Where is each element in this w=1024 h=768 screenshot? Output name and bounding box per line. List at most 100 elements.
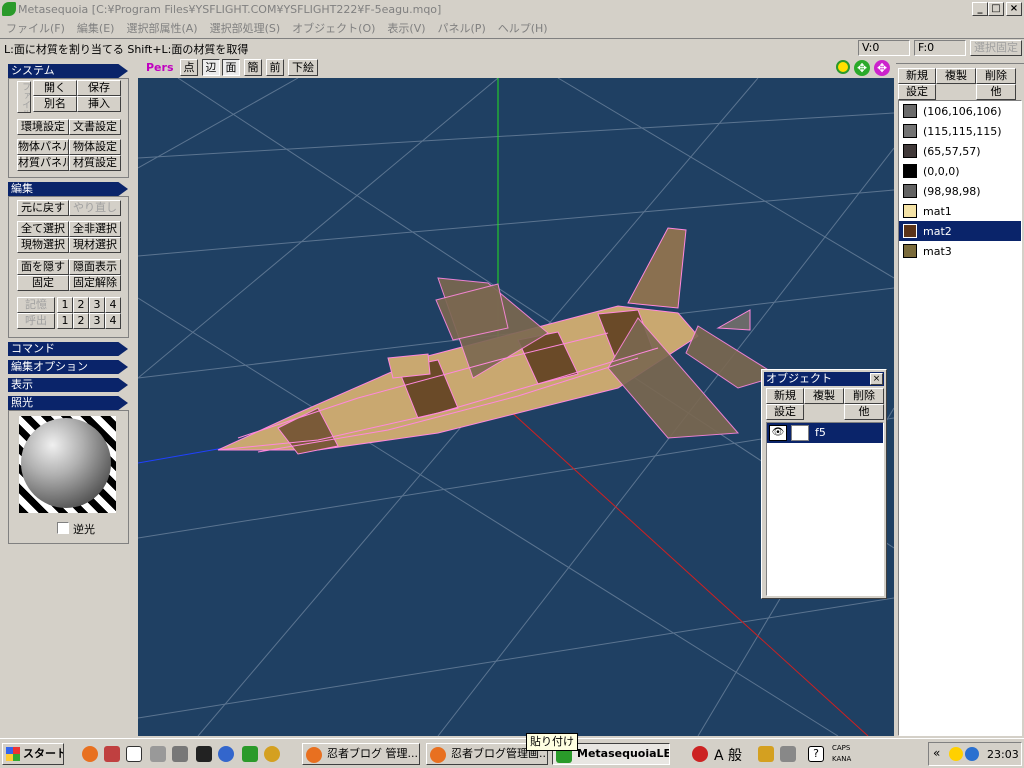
ime-icon[interactable] <box>692 746 708 762</box>
vertex-toggle[interactable]: 点 <box>180 59 198 76</box>
hide-face-button[interactable]: 面を隠す <box>17 259 69 275</box>
perspective-label[interactable]: Pers <box>146 61 174 74</box>
memory-button[interactable]: 記憶 <box>17 297 55 313</box>
current-object-select-button[interactable]: 現物選択 <box>17 237 69 253</box>
menu-selection-proc[interactable]: 選択部処理(S) <box>210 20 281 36</box>
recall-slot-2[interactable]: 2 <box>73 313 89 329</box>
fix-button[interactable]: 固定 <box>17 275 69 291</box>
meter-icon[interactable] <box>196 746 212 762</box>
ime-tool-icon[interactable] <box>758 746 774 762</box>
material-item-selected[interactable]: mat2 <box>899 221 1021 241</box>
simple-toggle[interactable]: 簡 <box>244 59 262 76</box>
deselect-all-button[interactable]: 全非選択 <box>69 221 121 237</box>
light-preview[interactable] <box>19 416 116 513</box>
visibility-eye-icon[interactable]: 👁 <box>769 425 787 441</box>
selection-lock-button[interactable]: 選択固定 <box>970 40 1022 56</box>
backlight-checkbox[interactable] <box>57 522 69 534</box>
recall-button[interactable]: 呼出 <box>17 313 55 329</box>
material-duplicate-button[interactable]: 複製 <box>936 68 976 84</box>
material-item[interactable]: (0,0,0) <box>899 161 1021 181</box>
memory-slot-4[interactable]: 4 <box>105 297 121 313</box>
material-item[interactable]: (115,115,115) <box>899 121 1021 141</box>
system-panel-header[interactable]: システム <box>8 64 128 78</box>
help-icon[interactable]: ? <box>808 746 824 762</box>
save-button[interactable]: 保存 <box>77 80 121 96</box>
pan-icon[interactable]: ✥ <box>854 60 870 76</box>
object-new-button[interactable]: 新規 <box>766 388 804 404</box>
object-window-close-button[interactable]: × <box>870 373 883 385</box>
maximize-button[interactable]: □ <box>988 2 1004 16</box>
lock-toggle[interactable] <box>791 425 809 441</box>
memory-slot-2[interactable]: 2 <box>73 297 89 313</box>
material-item[interactable]: mat1 <box>899 201 1021 221</box>
edit-options-panel-header[interactable]: 編集オプション <box>8 360 128 374</box>
menu-selection-attr[interactable]: 選択部属性(A) <box>126 20 197 36</box>
light-panel-header[interactable]: 照光 <box>8 396 128 410</box>
cursor-icon[interactable] <box>126 746 142 762</box>
window-icon[interactable] <box>172 746 188 762</box>
material-settings-button-r[interactable]: 設定 <box>898 84 936 100</box>
recall-slot-3[interactable]: 3 <box>89 313 105 329</box>
unfix-button[interactable]: 固定解除 <box>69 275 121 291</box>
object-item-selected[interactable]: 👁 f5 <box>767 423 883 443</box>
menu-object[interactable]: オブジェクト(O) <box>292 20 375 36</box>
firefox-icon[interactable] <box>82 746 98 762</box>
material-panel-grip[interactable] <box>896 58 1024 64</box>
material-other-button[interactable]: 他 <box>976 84 1016 100</box>
background-image-toggle[interactable]: 下絵 <box>288 59 318 76</box>
menu-file[interactable]: ファイル(F) <box>6 20 65 36</box>
edge-toggle[interactable]: 辺 <box>202 59 220 76</box>
menu-panel[interactable]: パネル(P) <box>438 20 486 36</box>
tray-network-icon[interactable] <box>965 747 979 761</box>
object-other-button[interactable]: 他 <box>844 404 884 420</box>
material-item[interactable]: (65,57,57) <box>899 141 1021 161</box>
object-settings-button[interactable]: 物体設定 <box>69 139 121 155</box>
save-as-button[interactable]: 別名 <box>33 96 77 112</box>
object-settings-button[interactable]: 設定 <box>766 404 804 420</box>
material-item[interactable]: (106,106,106) <box>899 101 1021 121</box>
metasequoia-quick-icon[interactable] <box>242 746 258 762</box>
material-item[interactable]: mat3 <box>899 241 1021 261</box>
undo-button[interactable]: 元に戻す <box>17 200 69 216</box>
rotate-icon[interactable]: ✥ <box>874 60 890 76</box>
recall-slot-4[interactable]: 4 <box>105 313 121 329</box>
memory-slot-3[interactable]: 3 <box>89 297 105 313</box>
command-panel-header[interactable]: コマンド <box>8 342 128 356</box>
insert-button[interactable]: 挿入 <box>77 96 121 112</box>
select-all-button[interactable]: 全て選択 <box>17 221 69 237</box>
doc-settings-button[interactable]: 文書設定 <box>69 119 121 135</box>
memory-slot-1[interactable]: 1 <box>57 297 73 313</box>
env-settings-button[interactable]: 環境設定 <box>17 119 69 135</box>
menu-view[interactable]: 表示(V) <box>387 20 425 36</box>
material-item[interactable]: (98,98,98) <box>899 181 1021 201</box>
display-panel-header[interactable]: 表示 <box>8 378 128 392</box>
front-toggle[interactable]: 前 <box>266 59 284 76</box>
minimize-button[interactable]: _ <box>972 2 988 16</box>
face-toggle[interactable]: 面 <box>222 59 240 76</box>
material-delete-button[interactable]: 削除 <box>976 68 1016 84</box>
zoom-icon[interactable] <box>836 60 850 74</box>
open-button[interactable]: 開く <box>33 80 77 96</box>
ime-pad-icon[interactable] <box>780 746 796 762</box>
explorer-icon[interactable] <box>150 746 166 762</box>
tray-app-icon[interactable] <box>949 747 963 761</box>
show-hidden-button[interactable]: 隠面表示 <box>69 259 121 275</box>
start-button[interactable]: スタート <box>2 743 64 765</box>
orb-icon[interactable] <box>264 746 280 762</box>
material-new-button[interactable]: 新規 <box>898 68 936 84</box>
material-panel-button[interactable]: 材質パネル <box>17 155 69 171</box>
close-button[interactable]: × <box>1006 2 1022 16</box>
media-icon[interactable] <box>218 746 234 762</box>
edit-panel-header[interactable]: 編集 <box>8 182 128 196</box>
object-window-title[interactable]: オブジェクト <box>764 372 884 386</box>
tray-chevron-icon[interactable]: « <box>933 746 940 760</box>
redo-button[interactable]: やり直し <box>69 200 121 216</box>
current-material-select-button[interactable]: 現材選択 <box>69 237 121 253</box>
menu-help[interactable]: ヘルプ(H) <box>498 20 548 36</box>
object-duplicate-button[interactable]: 複製 <box>804 388 844 404</box>
ime-mode[interactable]: A 般 <box>714 745 742 765</box>
menu-edit[interactable]: 編集(E) <box>77 20 115 36</box>
object-delete-button[interactable]: 削除 <box>844 388 884 404</box>
material-settings-button[interactable]: 材質設定 <box>69 155 121 171</box>
object-panel-button[interactable]: 物体パネル <box>17 139 69 155</box>
